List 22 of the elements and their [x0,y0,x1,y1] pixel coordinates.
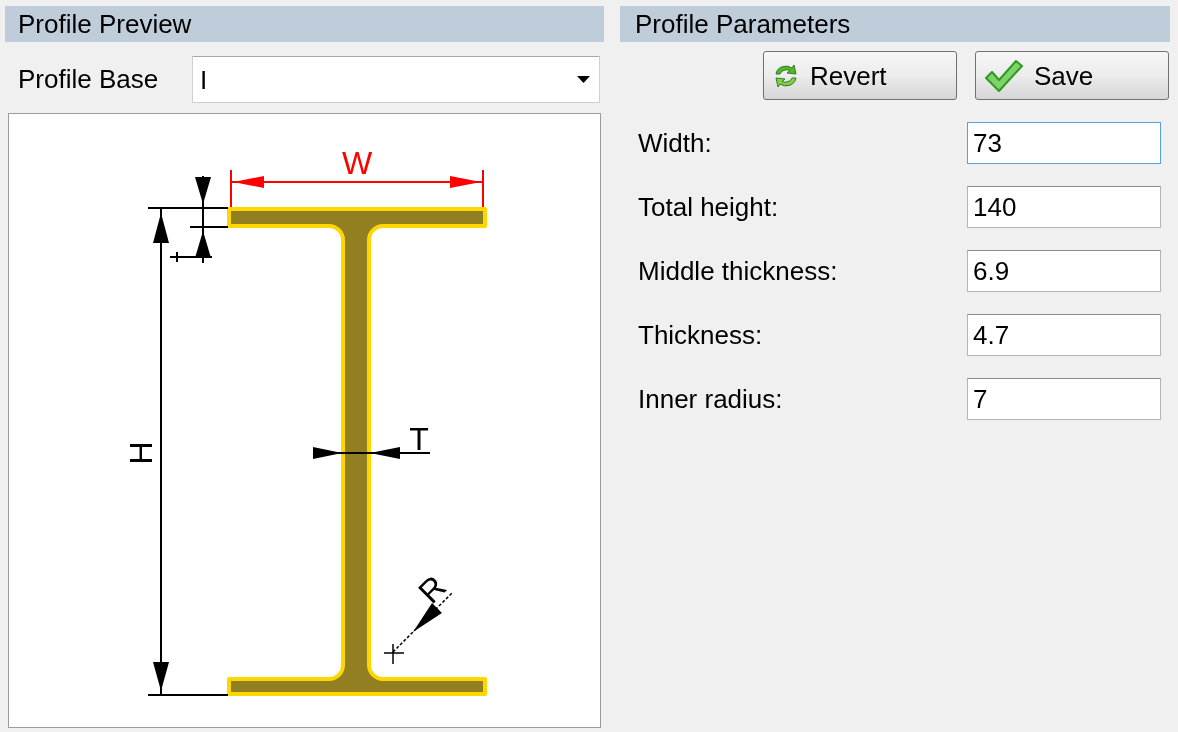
checkmark-icon [984,58,1024,93]
dimension-label: H [123,441,159,465]
section-header: Profile Preview [5,6,604,42]
field-label: Width: [638,127,712,158]
caret-down-icon [577,76,590,83]
field-label: Inner radius: [638,383,783,414]
number-input[interactable]: 140 [967,186,1161,228]
field-label: Total height: [638,191,779,222]
field-label: Profile Base [18,64,159,94]
number-input[interactable]: 73 [967,122,1161,164]
section-header: Profile Parameters [620,6,1170,42]
dimension-label: W [341,145,373,181]
dimension-label: R [411,568,454,611]
profile-base-dropdown[interactable]: I [192,56,600,103]
number-input[interactable]: 6.9 [967,250,1161,292]
revert-button[interactable]: Revert [763,51,957,100]
dimension-label: T [409,421,429,457]
number-input[interactable]: 7 [967,378,1161,420]
field-label: Middle thickness: [638,255,838,286]
number-input[interactable]: 4.7 [967,314,1161,356]
field-label: Thickness: [638,319,763,350]
save-button[interactable]: Save [975,51,1169,100]
